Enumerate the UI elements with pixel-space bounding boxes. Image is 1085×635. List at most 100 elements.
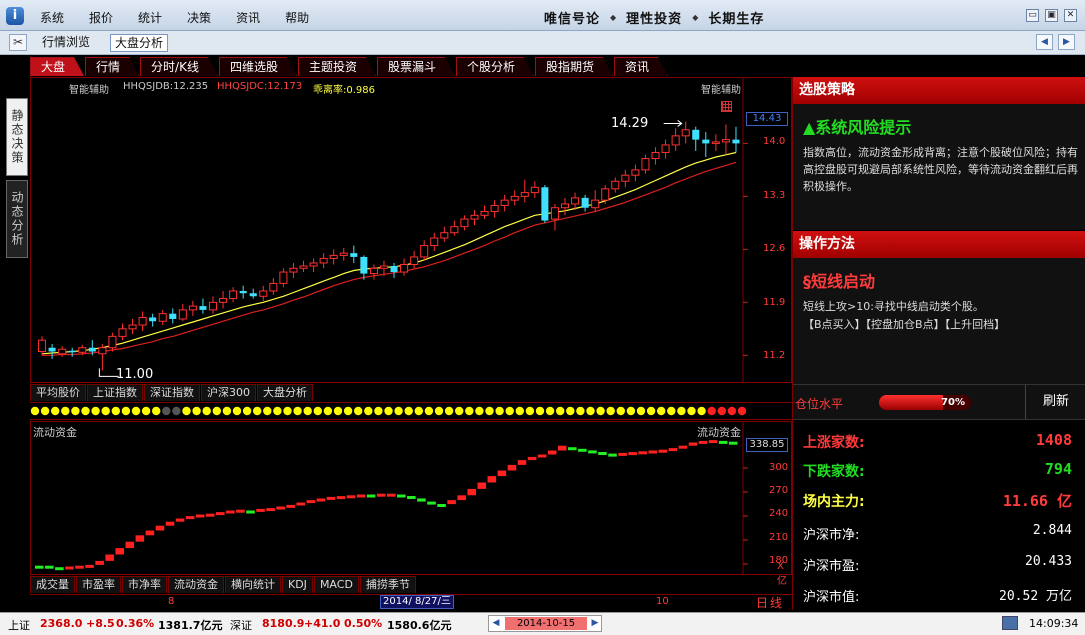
title-bar: i 系统 报价 统计 决策 资讯 帮助 唯信号论 ◆ 理性投资 ◆ 长期生存 ▭… — [0, 0, 1085, 31]
signal-dot — [121, 406, 131, 416]
stat-value: 20.433 — [1025, 554, 1072, 569]
subtab-pb-ratio[interactable]: 市净率 — [122, 576, 167, 593]
tab-stock-funnel[interactable]: 股票漏斗 — [377, 57, 455, 76]
subtab-pe-ratio[interactable]: 市盈率 — [76, 576, 121, 593]
menu-statistics[interactable]: 统计 — [138, 9, 162, 26]
menu-quote[interactable]: 报价 — [89, 9, 113, 26]
subtab-volume[interactable]: 成交量 — [30, 576, 75, 593]
flow-step-bar — [718, 440, 728, 444]
indicator-deviation-rate: 乖离率:0.986 — [313, 85, 375, 96]
menu-system[interactable]: 系统 — [40, 9, 64, 26]
signal-dot — [394, 406, 403, 416]
date-picker[interactable]: ◀ 2014-10-15 ▶ — [488, 615, 602, 632]
candle-body-up — [601, 188, 610, 201]
y-tick-label: 11.2 — [763, 350, 786, 361]
flow-step-bar — [266, 508, 275, 512]
toolbar: ✂ 行情浏览 大盘分析 ◀ ▶ — [0, 31, 1085, 55]
date-value[interactable]: 2014-10-15 — [505, 617, 587, 630]
subtab-kdj[interactable]: KDJ — [282, 576, 313, 593]
stat-row-main-force: 场内主力: 11.66 亿 — [793, 485, 1085, 515]
signal-dot — [61, 406, 70, 416]
back-arrow-icon[interactable]: ◀ — [1036, 34, 1053, 50]
refresh-button[interactable]: 刷新 — [1025, 385, 1085, 419]
menu-news[interactable]: 资讯 — [236, 9, 260, 26]
min-price-label: 11.00 — [116, 367, 154, 382]
tab-theme-investing[interactable]: 主题投资 — [298, 57, 376, 76]
next-date-icon[interactable]: ▶ — [589, 617, 601, 630]
tab-4d-selection[interactable]: 四维选股 — [219, 57, 297, 76]
subtab-average-price[interactable]: 平均股价 — [30, 384, 86, 401]
candle-body-up — [118, 328, 127, 337]
flow-step-bar — [216, 512, 225, 516]
grid-icon[interactable] — [721, 101, 732, 112]
sz-index-label: 深证 — [230, 619, 252, 632]
main-tabs: 大盘 行情 分时/K线 四维选股 主题投资 股票漏斗 个股分析 股指期货 资讯 — [30, 57, 669, 77]
signal-dot — [677, 406, 686, 416]
candle-body-up — [299, 265, 308, 269]
candle-body-up — [611, 180, 620, 190]
prev-date-icon[interactable]: ◀ — [490, 617, 502, 630]
flow-step-bar — [236, 509, 245, 513]
stat-row-falling: 下跌家数: 794 — [793, 455, 1085, 485]
capital-flow-svg — [35, 422, 748, 574]
signal-dot — [232, 406, 242, 416]
tab-quotes[interactable]: 行情 — [85, 57, 139, 76]
subtab-fishing-season[interactable]: 捕捞季节 — [359, 576, 416, 593]
flow-step-bar — [326, 496, 336, 500]
flow-step-bar — [547, 450, 557, 455]
signal-dot — [172, 406, 181, 416]
position-level-row: 仓位水平 70% 刷新 — [793, 384, 1085, 420]
signal-dot — [626, 406, 636, 416]
market-browse-button[interactable]: 行情浏览 — [38, 34, 94, 52]
tools-icon[interactable]: ✂ — [9, 34, 27, 51]
subtab-macd[interactable]: MACD — [313, 576, 359, 593]
menu-help[interactable]: 帮助 — [285, 9, 309, 26]
candle-body-up — [661, 144, 670, 153]
restore-icon[interactable]: ▣ — [1045, 9, 1058, 22]
subtab-capital-flow[interactable]: 流动资金 — [168, 576, 224, 593]
capital-flow-chart[interactable]: 流动资金 流动资金 338.85 300 270 240 210 180 X亿 — [30, 421, 792, 587]
position-level-bar: 70% — [879, 395, 971, 410]
tab-index-futures[interactable]: 股指期货 — [535, 57, 613, 76]
flow-step-bar — [658, 449, 668, 453]
flow-step-bar — [578, 448, 587, 452]
candle-body-down — [732, 139, 740, 144]
sh-index-amount: 1381.7亿元 — [158, 619, 223, 632]
signal-dot — [434, 406, 444, 416]
close-icon[interactable]: ✕ — [1064, 9, 1077, 22]
tab-dynamic-analysis[interactable]: 动态分析 — [6, 180, 28, 258]
x-tick-label: 8 — [168, 596, 175, 607]
signal-dot — [141, 406, 151, 416]
flow-step-bar — [698, 440, 708, 444]
slogan-word-2: 理性投资 — [626, 12, 683, 27]
signal-dot — [707, 406, 716, 416]
max-price-arrow — [663, 120, 683, 127]
subtab-market-analysis[interactable]: 大盘分析 — [257, 384, 313, 401]
subtab-cross-stats[interactable]: 横向统计 — [225, 576, 281, 593]
candle-body-up — [490, 204, 499, 213]
menu-decision[interactable]: 决策 — [187, 9, 211, 26]
signal-dot — [40, 406, 50, 416]
flow-step-bar — [356, 494, 366, 498]
tab-static-decision[interactable]: 静态决策 — [6, 98, 28, 176]
candlestick-chart[interactable]: 智能辅助 HHQSJDB:12.235 HHQSJDC:12.173 乖离率:0… — [30, 77, 792, 383]
subtab-sz-index[interactable]: 深证指数 — [144, 384, 200, 401]
market-analysis-button[interactable]: 大盘分析 — [110, 34, 169, 52]
tab-stock-analysis[interactable]: 个股分析 — [456, 57, 534, 76]
flow-step-bar — [487, 476, 497, 483]
flow-step-bar — [155, 525, 165, 531]
period-label[interactable]: 日线 — [756, 594, 784, 611]
monitor-icon[interactable] — [1002, 616, 1018, 630]
candle-body-up — [38, 339, 47, 353]
tab-market[interactable]: 大盘 — [30, 57, 84, 76]
sz-index-amount: 1580.6亿元 — [387, 619, 452, 632]
tab-timeshare-kline[interactable]: 分时/K线 — [140, 57, 218, 76]
x-tick-label: 10 — [656, 596, 669, 607]
minimize-icon[interactable]: ▭ — [1026, 9, 1039, 22]
candle-body-down — [48, 347, 56, 352]
subtab-sh-index[interactable]: 上证指数 — [87, 384, 143, 401]
stat-label: 沪深市值: — [803, 590, 860, 605]
forward-arrow-icon[interactable]: ▶ — [1058, 34, 1075, 50]
subtab-hs300[interactable]: 沪深300 — [201, 384, 256, 401]
tab-news[interactable]: 资讯 — [614, 57, 668, 76]
